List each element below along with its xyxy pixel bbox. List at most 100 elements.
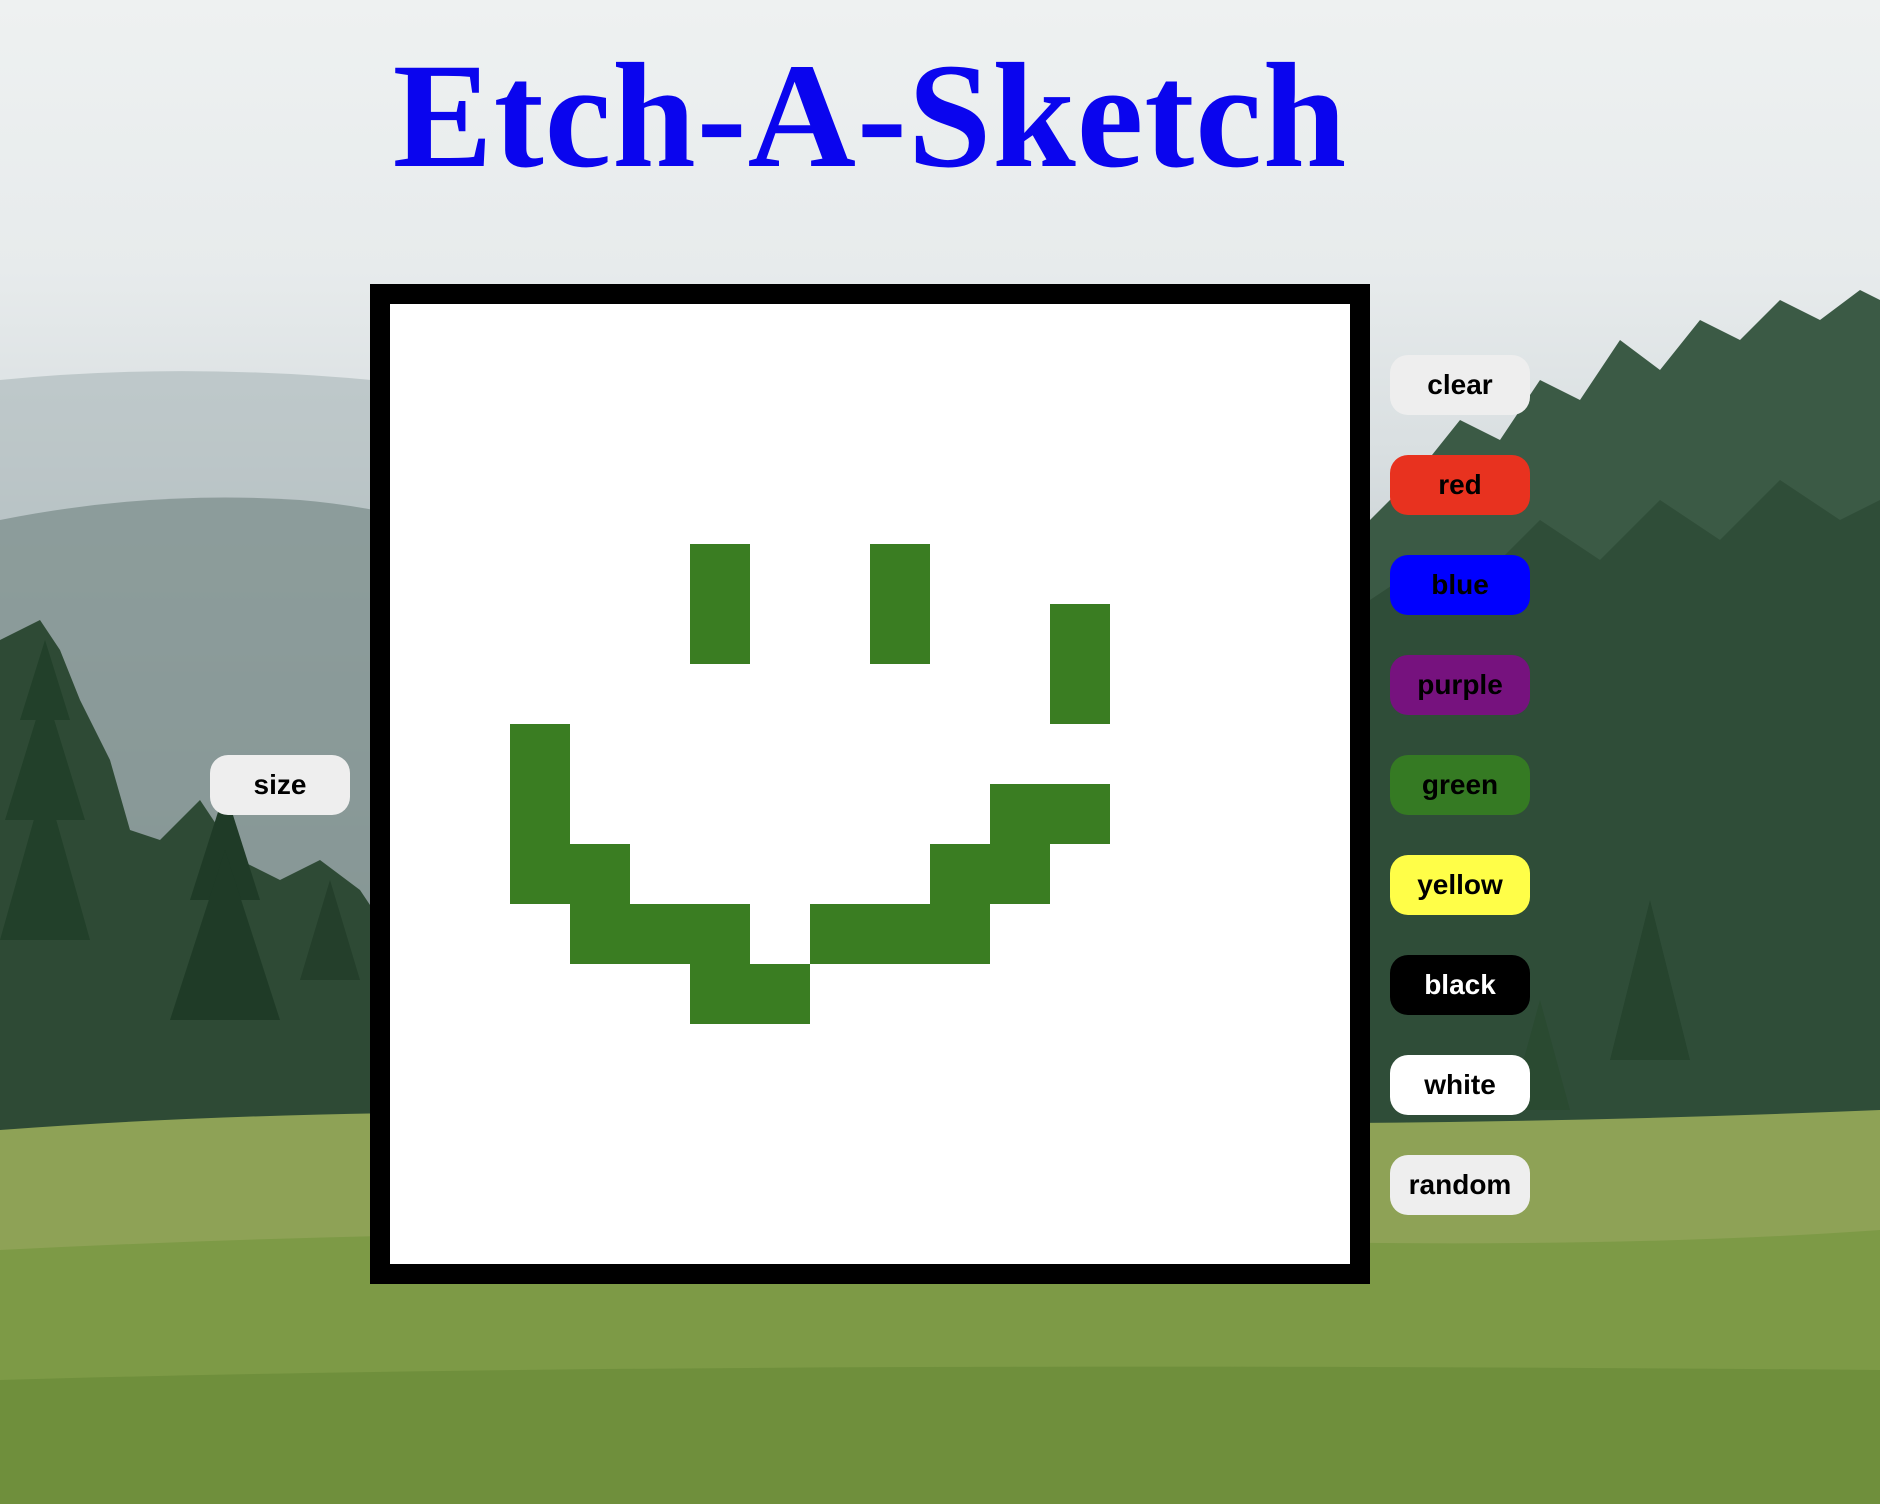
grid-cell[interactable]: [870, 844, 930, 904]
grid-cell[interactable]: [510, 304, 570, 364]
grid-cell[interactable]: [1230, 844, 1290, 904]
grid-cell[interactable]: [810, 724, 870, 784]
grid-cell[interactable]: [1110, 844, 1170, 904]
grid-cell[interactable]: [630, 724, 690, 784]
grid-cell[interactable]: [810, 484, 870, 544]
grid-cell[interactable]: [930, 1204, 990, 1264]
grid-cell[interactable]: [570, 844, 630, 904]
sketch-grid[interactable]: [390, 304, 1350, 1264]
grid-cell[interactable]: [630, 904, 690, 964]
grid-cell[interactable]: [870, 784, 930, 844]
grid-cell[interactable]: [390, 424, 450, 484]
grid-cell[interactable]: [570, 964, 630, 1024]
grid-cell[interactable]: [1230, 964, 1290, 1024]
grid-cell[interactable]: [1110, 544, 1170, 604]
grid-cell[interactable]: [570, 424, 630, 484]
grid-cell[interactable]: [1050, 544, 1110, 604]
grid-cell[interactable]: [390, 784, 450, 844]
grid-cell[interactable]: [390, 724, 450, 784]
grid-cell[interactable]: [510, 1204, 570, 1264]
grid-cell[interactable]: [1170, 724, 1230, 784]
grid-cell[interactable]: [870, 1084, 930, 1144]
grid-cell[interactable]: [1170, 544, 1230, 604]
grid-cell[interactable]: [1050, 784, 1110, 844]
grid-cell[interactable]: [1290, 1024, 1350, 1084]
grid-cell[interactable]: [930, 484, 990, 544]
grid-cell[interactable]: [570, 1204, 630, 1264]
grid-cell[interactable]: [810, 1024, 870, 1084]
grid-cell[interactable]: [450, 304, 510, 364]
grid-cell[interactable]: [930, 1024, 990, 1084]
grid-cell[interactable]: [510, 784, 570, 844]
grid-cell[interactable]: [690, 304, 750, 364]
grid-cell[interactable]: [990, 1024, 1050, 1084]
grid-cell[interactable]: [390, 1144, 450, 1204]
grid-cell[interactable]: [1050, 1204, 1110, 1264]
grid-cell[interactable]: [930, 844, 990, 904]
grid-cell[interactable]: [750, 304, 810, 364]
grid-cell[interactable]: [1230, 364, 1290, 424]
grid-cell[interactable]: [690, 544, 750, 604]
grid-cell[interactable]: [690, 784, 750, 844]
grid-cell[interactable]: [930, 664, 990, 724]
grid-cell[interactable]: [870, 964, 930, 1024]
grid-cell[interactable]: [630, 1144, 690, 1204]
grid-cell[interactable]: [1050, 724, 1110, 784]
grid-cell[interactable]: [930, 604, 990, 664]
grid-cell[interactable]: [930, 904, 990, 964]
grid-cell[interactable]: [750, 664, 810, 724]
grid-cell[interactable]: [870, 424, 930, 484]
grid-cell[interactable]: [990, 664, 1050, 724]
grid-cell[interactable]: [1230, 784, 1290, 844]
grid-cell[interactable]: [810, 664, 870, 724]
grid-cell[interactable]: [1050, 424, 1110, 484]
grid-cell[interactable]: [930, 964, 990, 1024]
grid-cell[interactable]: [690, 484, 750, 544]
grid-cell[interactable]: [630, 304, 690, 364]
grid-cell[interactable]: [570, 304, 630, 364]
grid-cell[interactable]: [930, 1144, 990, 1204]
grid-cell[interactable]: [450, 1204, 510, 1264]
grid-cell[interactable]: [930, 784, 990, 844]
grid-cell[interactable]: [510, 724, 570, 784]
grid-cell[interactable]: [690, 964, 750, 1024]
grid-cell[interactable]: [990, 784, 1050, 844]
grid-cell[interactable]: [1110, 484, 1170, 544]
grid-cell[interactable]: [1110, 664, 1170, 724]
grid-cell[interactable]: [1290, 664, 1350, 724]
white-button[interactable]: white: [1390, 1055, 1530, 1115]
grid-cell[interactable]: [1170, 1084, 1230, 1144]
grid-cell[interactable]: [930, 544, 990, 604]
grid-cell[interactable]: [1110, 604, 1170, 664]
grid-cell[interactable]: [870, 484, 930, 544]
grid-cell[interactable]: [510, 844, 570, 904]
grid-cell[interactable]: [390, 484, 450, 544]
grid-cell[interactable]: [750, 844, 810, 904]
grid-cell[interactable]: [630, 784, 690, 844]
grid-cell[interactable]: [810, 604, 870, 664]
grid-cell[interactable]: [1230, 1144, 1290, 1204]
grid-cell[interactable]: [690, 904, 750, 964]
grid-cell[interactable]: [390, 304, 450, 364]
grid-cell[interactable]: [990, 424, 1050, 484]
grid-cell[interactable]: [570, 364, 630, 424]
grid-cell[interactable]: [990, 604, 1050, 664]
grid-cell[interactable]: [990, 364, 1050, 424]
grid-cell[interactable]: [1290, 1144, 1350, 1204]
grid-cell[interactable]: [510, 1084, 570, 1144]
grid-cell[interactable]: [810, 424, 870, 484]
grid-cell[interactable]: [1290, 724, 1350, 784]
grid-cell[interactable]: [450, 544, 510, 604]
grid-cell[interactable]: [870, 1024, 930, 1084]
grid-cell[interactable]: [810, 1084, 870, 1144]
grid-cell[interactable]: [690, 424, 750, 484]
grid-cell[interactable]: [1050, 304, 1110, 364]
black-button[interactable]: black: [1390, 955, 1530, 1015]
grid-cell[interactable]: [1230, 604, 1290, 664]
grid-cell[interactable]: [570, 724, 630, 784]
grid-cell[interactable]: [1170, 904, 1230, 964]
yellow-button[interactable]: yellow: [1390, 855, 1530, 915]
grid-cell[interactable]: [870, 1144, 930, 1204]
grid-cell[interactable]: [1290, 424, 1350, 484]
grid-cell[interactable]: [930, 304, 990, 364]
